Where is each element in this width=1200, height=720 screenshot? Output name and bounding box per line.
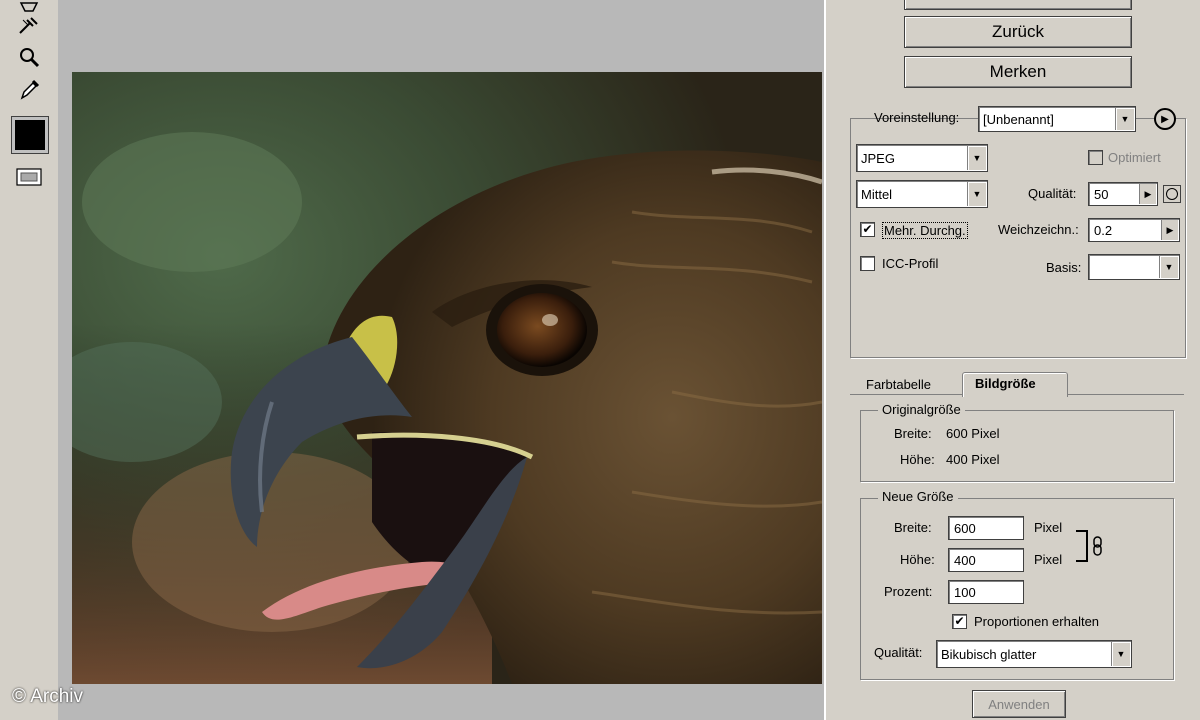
blur-label: Weichzeichn.: — [998, 222, 1079, 237]
ok-button[interactable] — [904, 0, 1132, 10]
preview-icon[interactable] — [14, 164, 44, 190]
percent-label: Prozent: — [884, 584, 933, 599]
canvas-area: © Archiv — [12, 0, 824, 720]
new-height-unit: Pixel — [1034, 552, 1063, 567]
watermark: © Archiv — [12, 686, 84, 707]
original-height-label: Höhe: — [900, 452, 935, 467]
original-height-value: 400 Pixel — [946, 452, 1000, 467]
original-size-legend: Originalgröße — [878, 402, 965, 417]
new-width-input[interactable]: 600 — [948, 516, 1024, 540]
color-picker-icon[interactable] — [14, 76, 44, 102]
new-height-value: 400 — [954, 552, 976, 568]
original-width-value: 600 Pixel — [946, 426, 1000, 441]
blur-value: 0.2 — [1094, 222, 1113, 238]
icc-profile-label: ICC-Profil — [882, 256, 939, 271]
matte-select[interactable]: ▼ — [1088, 254, 1180, 280]
chevron-right-icon[interactable]: ▶ — [1161, 220, 1178, 240]
zoom-icon[interactable] — [14, 44, 44, 70]
chevron-down-icon: ▼ — [967, 182, 986, 206]
color-swatch-frame[interactable] — [11, 116, 49, 154]
remember-button[interactable]: Merken — [904, 56, 1132, 88]
progressive-checkbox[interactable]: ✔ — [860, 222, 875, 237]
resample-quality-value: Bikubisch glatter — [941, 646, 1037, 662]
optimized-checkbox[interactable] — [1088, 150, 1103, 165]
preset-menu-icon[interactable]: ▶ — [1154, 108, 1176, 130]
format-select[interactable]: JPEG ▼ — [856, 144, 988, 172]
chevron-right-icon[interactable]: ▶ — [1139, 184, 1156, 204]
preset-value: [Unbenannt] — [983, 111, 1054, 127]
icc-profile-checkbox[interactable] — [860, 256, 875, 271]
chain-link-icon[interactable] — [1092, 536, 1104, 556]
toolbar — [0, 0, 59, 720]
progressive-label: Mehr. Durchg. — [882, 222, 968, 239]
new-height-input[interactable]: 400 — [948, 548, 1024, 572]
tab-image-size-label: Bildgröße — [975, 376, 1036, 391]
chevron-down-icon: ▼ — [967, 146, 986, 170]
quality-value: 50 — [1094, 186, 1109, 202]
quality-label: Qualität: — [1028, 186, 1077, 201]
constrain-proportions-label: Proportionen erhalten — [974, 614, 1100, 629]
preset-label: Voreinstellung: — [874, 110, 960, 125]
tab-image-size[interactable]: Bildgröße — [962, 372, 1068, 397]
eyedropper-icon[interactable] — [14, 12, 44, 38]
tab-color-table[interactable]: Farbtabelle — [866, 377, 931, 392]
new-width-value: 600 — [954, 520, 976, 536]
quality-input[interactable]: 50 ▶ — [1088, 182, 1158, 206]
color-swatch[interactable] — [15, 120, 45, 150]
matte-label: Basis: — [1046, 260, 1082, 275]
back-button[interactable]: Zurück — [904, 16, 1132, 48]
new-size-legend: Neue Größe — [878, 489, 958, 504]
optimized-label: Optimiert — [1108, 150, 1161, 165]
link-bracket — [1076, 530, 1088, 562]
chevron-down-icon: ▼ — [1115, 108, 1134, 130]
original-size-group — [860, 410, 1174, 482]
apply-button[interactable]: Anwenden — [972, 690, 1066, 718]
resample-quality-label: Qualität: — [874, 645, 923, 660]
constrain-proportions-checkbox[interactable]: ✔ — [952, 614, 967, 629]
new-width-unit: Pixel — [1034, 520, 1063, 535]
chevron-down-icon: ▼ — [1111, 642, 1130, 666]
quality-mask-button[interactable] — [1163, 185, 1181, 203]
hawk-photo — [72, 72, 822, 684]
percent-value: 100 — [954, 584, 976, 600]
blur-input[interactable]: 0.2 ▶ — [1088, 218, 1180, 242]
chevron-down-icon: ▼ — [1159, 256, 1178, 278]
circle-icon — [1166, 188, 1178, 200]
format-value: JPEG — [861, 150, 895, 166]
original-width-label: Breite: — [894, 426, 932, 441]
resample-quality-select[interactable]: Bikubisch glatter ▼ — [936, 640, 1132, 668]
new-height-label: Höhe: — [900, 552, 935, 567]
quality-level-value: Mittel — [861, 186, 893, 202]
settings-panel: Zurück Merken Voreinstellung: [Unbenannt… — [824, 0, 1200, 720]
new-width-label: Breite: — [894, 520, 932, 535]
quality-level-select[interactable]: Mittel ▼ — [856, 180, 988, 208]
preset-select[interactable]: [Unbenannt] ▼ — [978, 106, 1136, 132]
percent-input[interactable]: 100 — [948, 580, 1024, 604]
